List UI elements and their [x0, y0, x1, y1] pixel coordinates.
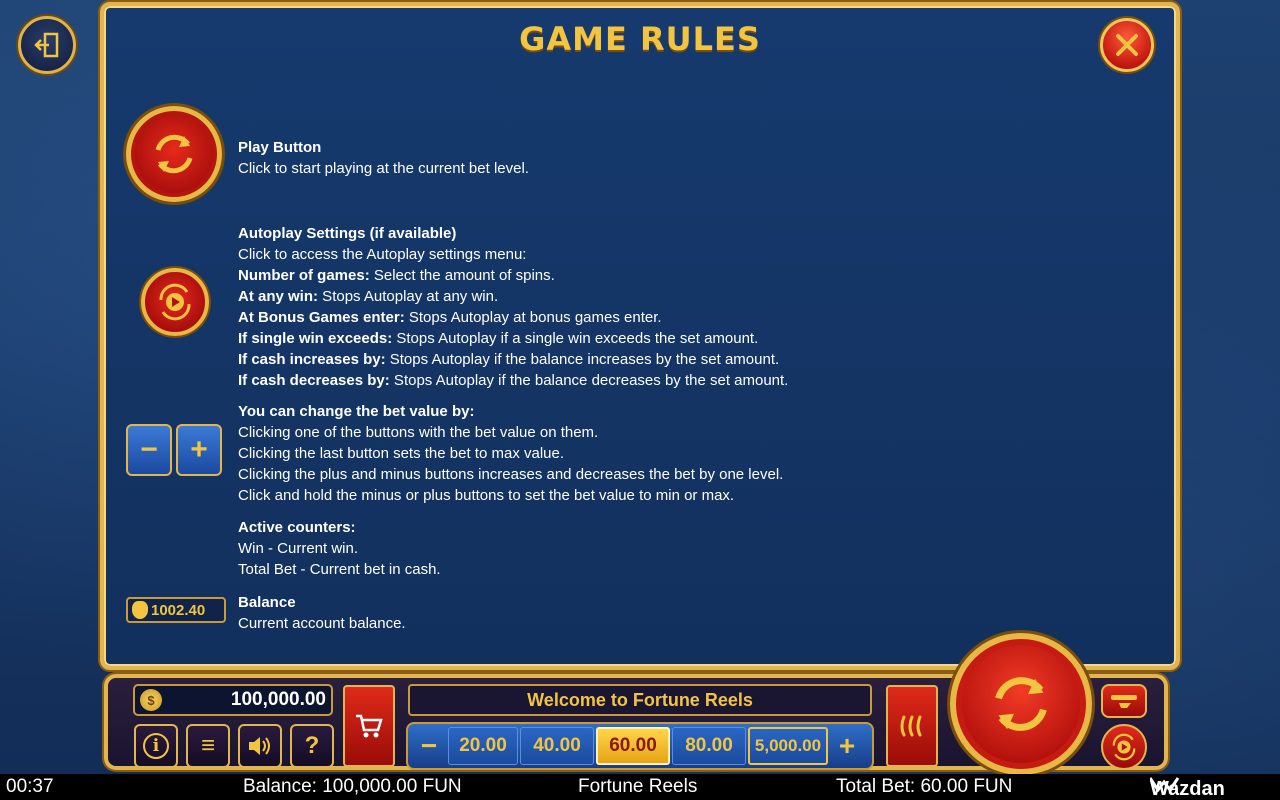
autoplay-item-label: If single win exceeds:	[238, 330, 393, 347]
bet-option[interactable]: 20.00	[448, 727, 518, 765]
autoplay-intro: Click to access the Autoplay settings me…	[238, 246, 527, 263]
autoplay-item-label: If cash increases by:	[238, 351, 386, 368]
bet-line: Click and hold the minus or plus buttons…	[238, 487, 735, 504]
turbo-icon	[1111, 695, 1137, 708]
autoplay-item: At Bonus Games enter: Stops Autoplay at …	[238, 307, 788, 328]
money-bag-icon: $	[140, 689, 162, 711]
autoplay-section: Autoplay Settings (if available) Click t…	[238, 223, 788, 391]
bet-heading: You can change the bet value by:	[238, 403, 475, 420]
refresh-arrows-icon	[995, 677, 1047, 731]
play-heading: Play Button	[238, 139, 322, 156]
status-bar: 00:37 Balance: 100,000.00 FUN Fortune Re…	[0, 774, 1280, 800]
autoplay-item-text: Stops Autoplay at any win.	[318, 288, 499, 305]
feature-button[interactable]	[886, 685, 938, 767]
info-icon: i	[143, 733, 169, 759]
autoplay-item-text: Stops Autoplay if a single win exceeds t…	[392, 330, 759, 347]
turbo-button[interactable]	[1101, 684, 1147, 718]
sound-button[interactable]	[238, 724, 282, 768]
exit-icon	[34, 32, 59, 58]
exit-button[interactable]	[18, 16, 76, 74]
status-total-bet: Total Bet: 60.00 FUN	[836, 776, 1013, 797]
refresh-arrows-icon	[155, 134, 193, 174]
menu-icon: ≡	[200, 732, 215, 759]
close-icon	[1116, 34, 1138, 56]
bet-option[interactable]: 80.00	[672, 727, 746, 765]
speaker-icon	[249, 737, 270, 755]
minus-icon: −	[126, 424, 172, 476]
balance-section: Balance Current account balance.	[238, 592, 406, 634]
autoplay-item: At any win: Stops Autoplay at any win.	[238, 286, 788, 307]
autoplay-icon	[159, 283, 191, 321]
bet-option[interactable]: 40.00	[520, 727, 594, 765]
balance-line: Current account balance.	[238, 615, 406, 632]
bet-minus-button[interactable]: −	[412, 728, 446, 764]
counters-section: Active counters: Win - Current win. Tota…	[238, 517, 441, 580]
counters-heading: Active counters:	[238, 519, 356, 536]
help-icon: ?	[304, 732, 320, 759]
bet-selector: − 20.00 40.00 60.00 80.00 5,000.00 +	[406, 722, 874, 770]
play-button-illustration	[126, 106, 222, 202]
shop-button[interactable]	[343, 685, 395, 767]
balance-counter-value: 100,000.00	[230, 689, 326, 710]
bet-line: Clicking the plus and minus buttons incr…	[238, 466, 784, 483]
close-button[interactable]	[1100, 18, 1154, 72]
autoplay-item-label: At Bonus Games enter:	[238, 309, 405, 326]
autoplay-item: Number of games: Select the amount of sp…	[238, 265, 788, 286]
autoplay-item-text: Stops Autoplay if the balance decreases …	[389, 372, 789, 389]
chili-peppers-icon	[900, 715, 922, 737]
autoplay-button-illustration	[141, 268, 209, 336]
autoplay-item: If cash decreases by: Stops Autoplay if …	[238, 370, 788, 391]
autoplay-heading: Autoplay Settings (if available)	[238, 225, 457, 242]
spin-button[interactable]	[950, 633, 1092, 775]
autoplay-item-label: Number of games:	[238, 267, 370, 284]
bet-option-max[interactable]: 5,000.00	[748, 727, 828, 765]
bet-buttons-illustration: − +	[126, 424, 222, 476]
balance-heading: Balance	[238, 594, 296, 611]
clock: 00:37	[6, 776, 54, 797]
autoplay-item-text: Stops Autoplay at bonus games enter.	[404, 309, 662, 326]
autoplay-icon	[1112, 733, 1136, 761]
bet-section: You can change the bet value by: Clickin…	[238, 401, 783, 506]
bet-option-selected[interactable]: 60.00	[596, 727, 670, 765]
panel-title: GAME RULES	[519, 20, 761, 58]
counters-line: Total Bet - Current bet in cash.	[238, 561, 441, 578]
status-balance: Balance: 100,000.00 FUN	[243, 776, 462, 797]
play-line: Click to start playing at the current be…	[238, 160, 529, 177]
menu-button[interactable]: ≡	[186, 724, 230, 768]
autoplay-item-text: Select the amount of spins.	[369, 267, 555, 284]
bet-line: Clicking one of the buttons with the bet…	[238, 424, 599, 441]
balance-illustration: 1002.40	[126, 597, 226, 623]
bet-line: Clicking the last button sets the bet to…	[238, 445, 565, 462]
welcome-message: Welcome to Fortune Reels	[408, 684, 872, 716]
brand-logo: Wazdan	[1150, 776, 1225, 800]
autoplay-item: If cash increases by: Stops Autoplay if …	[238, 349, 788, 370]
autoplay-item-text: Stops Autoplay if the balance increases …	[385, 351, 780, 368]
bet-plus-button[interactable]: +	[830, 728, 864, 764]
plus-icon: +	[176, 424, 222, 476]
autoplay-button[interactable]	[1101, 724, 1147, 770]
counters-line: Win - Current win.	[238, 540, 359, 557]
brand-name: Wazdan	[1150, 778, 1225, 800]
balance-illustration-value: 1002.40	[151, 601, 206, 619]
money-bag-icon	[132, 601, 148, 619]
autoplay-item-label: At any win:	[238, 288, 319, 305]
play-section: Play Button Click to start playing at th…	[238, 137, 529, 179]
balance-counter: $ 100,000.00	[133, 684, 333, 716]
cart-icon	[356, 714, 383, 738]
info-button[interactable]: i	[134, 724, 178, 768]
autoplay-item-label: If cash decreases by:	[238, 372, 390, 389]
autoplay-item: If single win exceeds: Stops Autoplay if…	[238, 328, 788, 349]
help-button[interactable]: ?	[290, 724, 334, 768]
status-game-name: Fortune Reels	[578, 776, 698, 797]
